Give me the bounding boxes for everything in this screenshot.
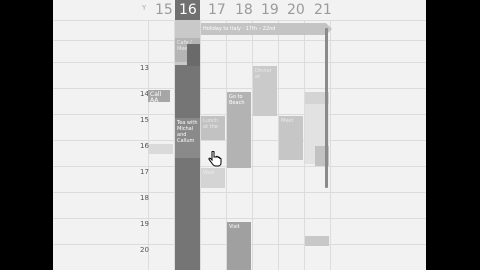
day-16: 16 <box>179 2 197 18</box>
hour-label: 17 <box>140 168 149 176</box>
day-21[interactable]: 21 <box>314 2 332 18</box>
event-lunch[interactable]: Lunch at the <box>201 116 225 140</box>
day-18[interactable]: 18 <box>235 2 253 18</box>
event-meet[interactable]: Meet <box>279 116 303 160</box>
grid-column <box>330 20 331 270</box>
selected-day-header[interactable]: 16 <box>175 0 200 20</box>
grid-line <box>53 40 426 41</box>
event-call-aa[interactable]: Call AA <box>148 90 170 102</box>
grid-line <box>53 218 426 219</box>
calendar-app: Y 15 16 17 18 19 20 21 13 14 15 16 17 18… <box>53 0 426 270</box>
event-go-to-beach[interactable]: Go to Beach <box>227 92 251 168</box>
grid-line <box>53 20 426 21</box>
hour-label: 13 <box>140 64 149 72</box>
grid-line <box>53 88 426 89</box>
hour-label: 15 <box>140 116 149 124</box>
event-visit[interactable]: Visit <box>227 222 251 270</box>
day-15[interactable]: 15 <box>155 2 173 18</box>
event-dark-marker <box>187 44 200 66</box>
hand-cursor-icon <box>208 151 222 167</box>
hour-label: 19 <box>140 220 149 228</box>
event-dinner[interactable]: Dinner at <box>253 66 277 116</box>
week-label: Y <box>142 4 147 12</box>
grid-column <box>200 20 201 270</box>
hour-label: 20 <box>140 246 149 254</box>
scrollbar[interactable] <box>325 28 328 188</box>
grid-column <box>252 20 253 270</box>
grid-line <box>53 62 426 63</box>
day-20[interactable]: 20 <box>287 2 305 18</box>
day-17[interactable]: 17 <box>208 2 226 18</box>
event-small-15[interactable] <box>149 144 173 154</box>
hour-label: 16 <box>140 142 149 150</box>
event-21d[interactable] <box>305 236 329 246</box>
event-holiday-banner[interactable]: Holiday to Italy · 17th – 22nd <box>201 23 326 35</box>
grid-line <box>53 192 426 193</box>
event-tea[interactable]: Tea with Michal and Callum <box>175 118 200 158</box>
hour-label: 18 <box>140 194 149 202</box>
day-19[interactable]: 19 <box>261 2 279 18</box>
event-walk[interactable]: Walk <box>201 168 225 188</box>
